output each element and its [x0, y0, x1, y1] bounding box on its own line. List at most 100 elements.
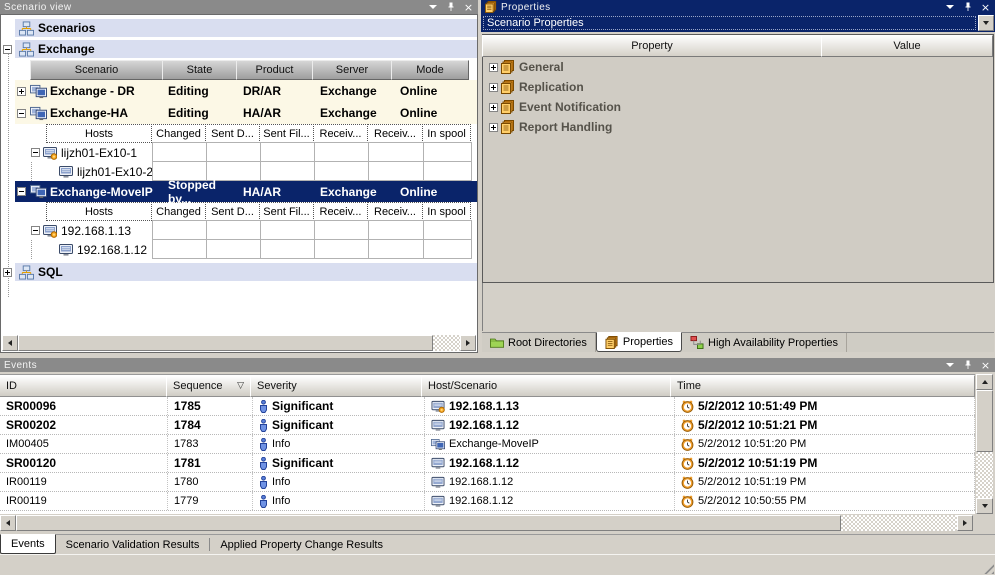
scroll-up-icon[interactable] — [976, 374, 993, 390]
horizontal-scrollbar[interactable] — [2, 335, 476, 351]
collapse-icon[interactable] — [31, 226, 40, 235]
event-sequence: 1785 — [168, 397, 253, 415]
column-header-id[interactable]: ID — [0, 375, 167, 397]
event-row[interactable]: IR00119 1780 Info 192.168.1.12 5/2/2012 … — [0, 473, 975, 492]
close-icon[interactable]: × — [463, 2, 474, 13]
properties-view-dropdown[interactable]: Scenario Properties — [481, 14, 995, 32]
column-header-state[interactable]: State — [162, 60, 237, 80]
window-position-icon[interactable] — [944, 2, 955, 13]
event-row[interactable]: IR00119 1779 Info 192.168.1.12 5/2/2012 … — [0, 492, 975, 511]
tab-root-directories[interactable]: Root Directories — [482, 333, 596, 352]
scrollbar-thumb[interactable] — [976, 390, 993, 452]
tree-node-scenarios[interactable]: Scenarios — [1, 19, 477, 37]
chevron-down-icon[interactable] — [978, 15, 994, 31]
scroll-left-icon[interactable] — [2, 335, 18, 351]
column-header-scenario[interactable]: Scenario — [30, 60, 163, 80]
property-group-replication[interactable]: Replication — [483, 77, 993, 97]
collapse-icon[interactable] — [3, 45, 12, 54]
property-group-general[interactable]: General — [483, 57, 993, 77]
host-row[interactable]: lijzh01-Ex10-2 — [31, 162, 477, 181]
host-column-sent-files[interactable]: Sent Fil... — [259, 202, 314, 221]
expand-icon[interactable] — [489, 83, 498, 92]
horizontal-scrollbar[interactable] — [0, 515, 973, 531]
property-group-event-notification[interactable]: Event Notification — [483, 97, 993, 117]
pin-icon[interactable] — [962, 2, 973, 13]
scrollbar-thumb[interactable] — [18, 335, 433, 351]
column-header-severity[interactable]: Severity — [250, 375, 422, 397]
window-position-icon[interactable] — [427, 2, 438, 13]
scroll-right-icon[interactable] — [957, 515, 973, 531]
close-icon[interactable]: × — [980, 360, 991, 371]
host-column-received-1[interactable]: Receiv... — [313, 202, 368, 221]
event-row[interactable]: SR00202 1784 Significant 192.168.1.12 5/… — [0, 416, 975, 435]
scroll-down-icon[interactable] — [976, 498, 993, 514]
resize-grip-icon[interactable] — [981, 561, 994, 574]
host-column-received-1[interactable]: Receiv... — [313, 124, 368, 143]
host-column-hosts[interactable]: Hosts — [46, 124, 152, 143]
clock-icon — [681, 457, 694, 470]
host-row[interactable]: 192.168.1.12 — [31, 240, 477, 259]
column-header-server[interactable]: Server — [312, 60, 392, 80]
tab-applied-property-change-results[interactable]: Applied Property Change Results — [210, 538, 393, 551]
close-icon[interactable]: × — [980, 2, 991, 13]
scrollbar-thumb[interactable] — [16, 515, 841, 531]
host-column-changed[interactable]: Changed — [151, 124, 206, 143]
pin-icon[interactable] — [962, 360, 973, 371]
info-severity-icon — [259, 438, 268, 451]
scenario-row-exchange-moveip[interactable]: Exchange-MoveIP Stopped by... HA/AR Exch… — [1, 181, 477, 202]
tab-scenario-validation-results[interactable]: Scenario Validation Results — [56, 538, 211, 551]
expand-icon[interactable] — [489, 63, 498, 72]
scroll-right-icon[interactable] — [460, 335, 476, 351]
expand-icon[interactable] — [17, 87, 26, 96]
host-column-in-spool[interactable]: In spool — [422, 202, 471, 221]
host-column-in-spool[interactable]: In spool — [422, 124, 471, 143]
event-row[interactable]: IM00405 1783 Info Exchange-MoveIP 5/2/20… — [0, 435, 975, 454]
collapse-icon[interactable] — [17, 109, 26, 118]
scenario-row-exchange-ha[interactable]: Exchange-HA Editing HA/AR Exchange Onlin… — [1, 102, 477, 124]
column-header-property[interactable]: Property — [482, 35, 822, 57]
property-group-label: Replication — [519, 80, 584, 94]
scenario-view-panel: Scenario view × Scenarios Exchange — [0, 0, 478, 353]
tree-node-exchange[interactable]: Exchange — [1, 40, 477, 58]
tab-properties[interactable]: Properties — [596, 332, 682, 352]
host-column-hosts[interactable]: Hosts — [46, 202, 152, 221]
column-header-host-scenario[interactable]: Host/Scenario — [421, 375, 671, 397]
server-badge-icon — [43, 146, 57, 160]
scrollbar-track[interactable] — [433, 335, 460, 351]
host-row[interactable]: 192.168.1.13 — [31, 221, 477, 240]
column-header-time[interactable]: Time — [670, 375, 975, 397]
pin-icon[interactable] — [445, 2, 456, 13]
host-column-received-2[interactable]: Receiv... — [367, 202, 423, 221]
scrollbar-track[interactable] — [841, 515, 957, 531]
column-header-product[interactable]: Product — [236, 60, 313, 80]
column-header-mode[interactable]: Mode — [391, 60, 469, 80]
tab-events[interactable]: Events — [0, 534, 56, 554]
scenario-product: HA/AR — [237, 106, 314, 120]
vertical-scrollbar[interactable] — [976, 374, 993, 514]
host-row[interactable]: lijzh01-Ex10-1 — [31, 143, 477, 162]
scenario-icon — [30, 106, 47, 121]
host-column-sent-data[interactable]: Sent D... — [205, 124, 260, 143]
expand-icon[interactable] — [489, 103, 498, 112]
scrollbar-track[interactable] — [976, 452, 993, 498]
scenario-icon — [30, 84, 47, 99]
event-row[interactable]: SR00120 1781 Significant 192.168.1.12 5/… — [0, 454, 975, 473]
server-icon — [59, 165, 73, 179]
event-sequence: 1780 — [168, 473, 253, 491]
column-header-value[interactable]: Value — [821, 35, 993, 57]
column-header-sequence[interactable]: Sequence ▽ — [166, 375, 251, 397]
tree-node-sql[interactable]: SQL — [1, 263, 477, 281]
scroll-left-icon[interactable] — [0, 515, 16, 531]
expand-icon[interactable] — [3, 268, 12, 277]
property-group-report-handling[interactable]: Report Handling — [483, 117, 993, 137]
tab-high-availability-properties[interactable]: High Availability Properties — [682, 333, 847, 352]
host-column-received-2[interactable]: Receiv... — [367, 124, 423, 143]
scenario-row-exchange-dr[interactable]: Exchange - DR Editing DR/AR Exchange Onl… — [1, 80, 477, 102]
event-row[interactable]: SR00096 1785 Significant 192.168.1.13 5/… — [0, 397, 975, 416]
collapse-icon[interactable] — [31, 148, 40, 157]
event-host: 192.168.1.12 — [425, 416, 675, 434]
expand-icon[interactable] — [489, 123, 498, 132]
host-column-sent-files[interactable]: Sent Fil... — [259, 124, 314, 143]
window-position-icon[interactable] — [944, 360, 955, 371]
collapse-icon[interactable] — [17, 187, 26, 196]
